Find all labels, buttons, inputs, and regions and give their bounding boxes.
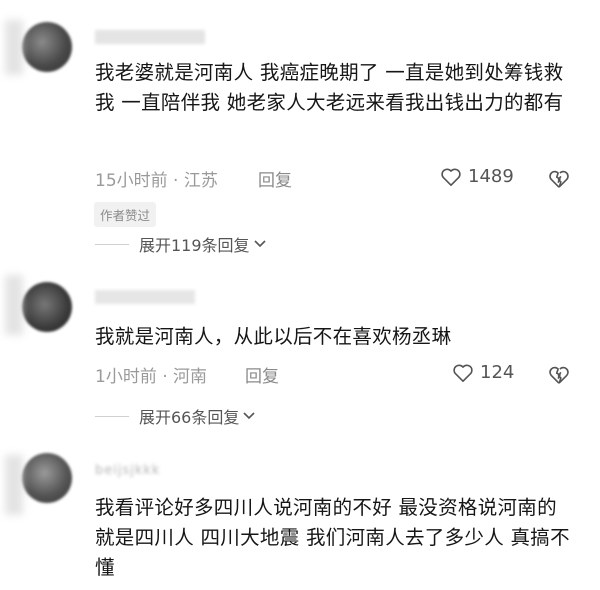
heart-outline-icon	[441, 168, 461, 186]
author-liked-badge: 作者赞过	[94, 202, 157, 227]
username[interactable]: beijsjkkk	[95, 463, 160, 478]
like-count: 124	[480, 362, 515, 383]
chevron-down-icon	[243, 412, 255, 420]
like-count: 1489	[468, 166, 514, 187]
heart-outline-icon	[453, 364, 473, 382]
avatar[interactable]	[22, 22, 72, 72]
reply-button[interactable]: 回复	[258, 166, 292, 191]
broken-heart-icon[interactable]	[548, 169, 570, 189]
comment-2: 我就是河南人，从此以后不在喜欢杨丞琳 1小时前 · 河南 回复 124 展开66…	[0, 260, 600, 435]
broken-heart-icon[interactable]	[548, 365, 570, 385]
comment-text: 我老婆就是河南人 我癌症晚期了 一直是她到处筹钱救我 一直陪伴我 她老家人大老远…	[95, 61, 564, 114]
like-button[interactable]: 124	[452, 362, 514, 383]
divider-line	[95, 415, 129, 417]
username-blurred[interactable]	[95, 30, 205, 44]
comment-meta: 15小时前 · 江苏	[95, 171, 218, 191]
expand-replies-label: 展开119条回复	[139, 236, 250, 255]
chevron-down-icon	[253, 240, 266, 248]
avatar[interactable]	[22, 282, 72, 332]
username-blurred[interactable]	[95, 290, 195, 304]
comment-text: 我看评论好多四川人说河南的不好 最没资格说河南的就是四川人 四川大地震 我们河南…	[95, 496, 570, 579]
redaction-smudge	[5, 20, 23, 75]
expand-replies-button[interactable]: 展开66条回复	[95, 404, 255, 428]
divider-line	[95, 243, 129, 245]
comment-meta: 1小时前 · 河南	[95, 367, 208, 387]
redaction-smudge	[5, 455, 23, 515]
comment-1: 我老婆就是河南人 我癌症晚期了 一直是她到处筹钱救我 一直陪伴我 她老家人大老远…	[0, 0, 600, 260]
comment-3: beijsjkkk 我看评论好多四川人说河南的不好 最没资格说河南的就是四川人 …	[0, 435, 600, 590]
reply-button[interactable]: 回复	[245, 362, 279, 387]
like-button[interactable]: 1489	[440, 166, 514, 187]
comment-text: 我就是河南人，从此以后不在喜欢杨丞琳	[95, 325, 452, 348]
expand-replies-label: 展开66条回复	[139, 408, 240, 427]
redaction-smudge	[5, 275, 23, 335]
avatar[interactable]	[22, 453, 72, 503]
expand-replies-button[interactable]: 展开119条回复	[95, 232, 266, 256]
